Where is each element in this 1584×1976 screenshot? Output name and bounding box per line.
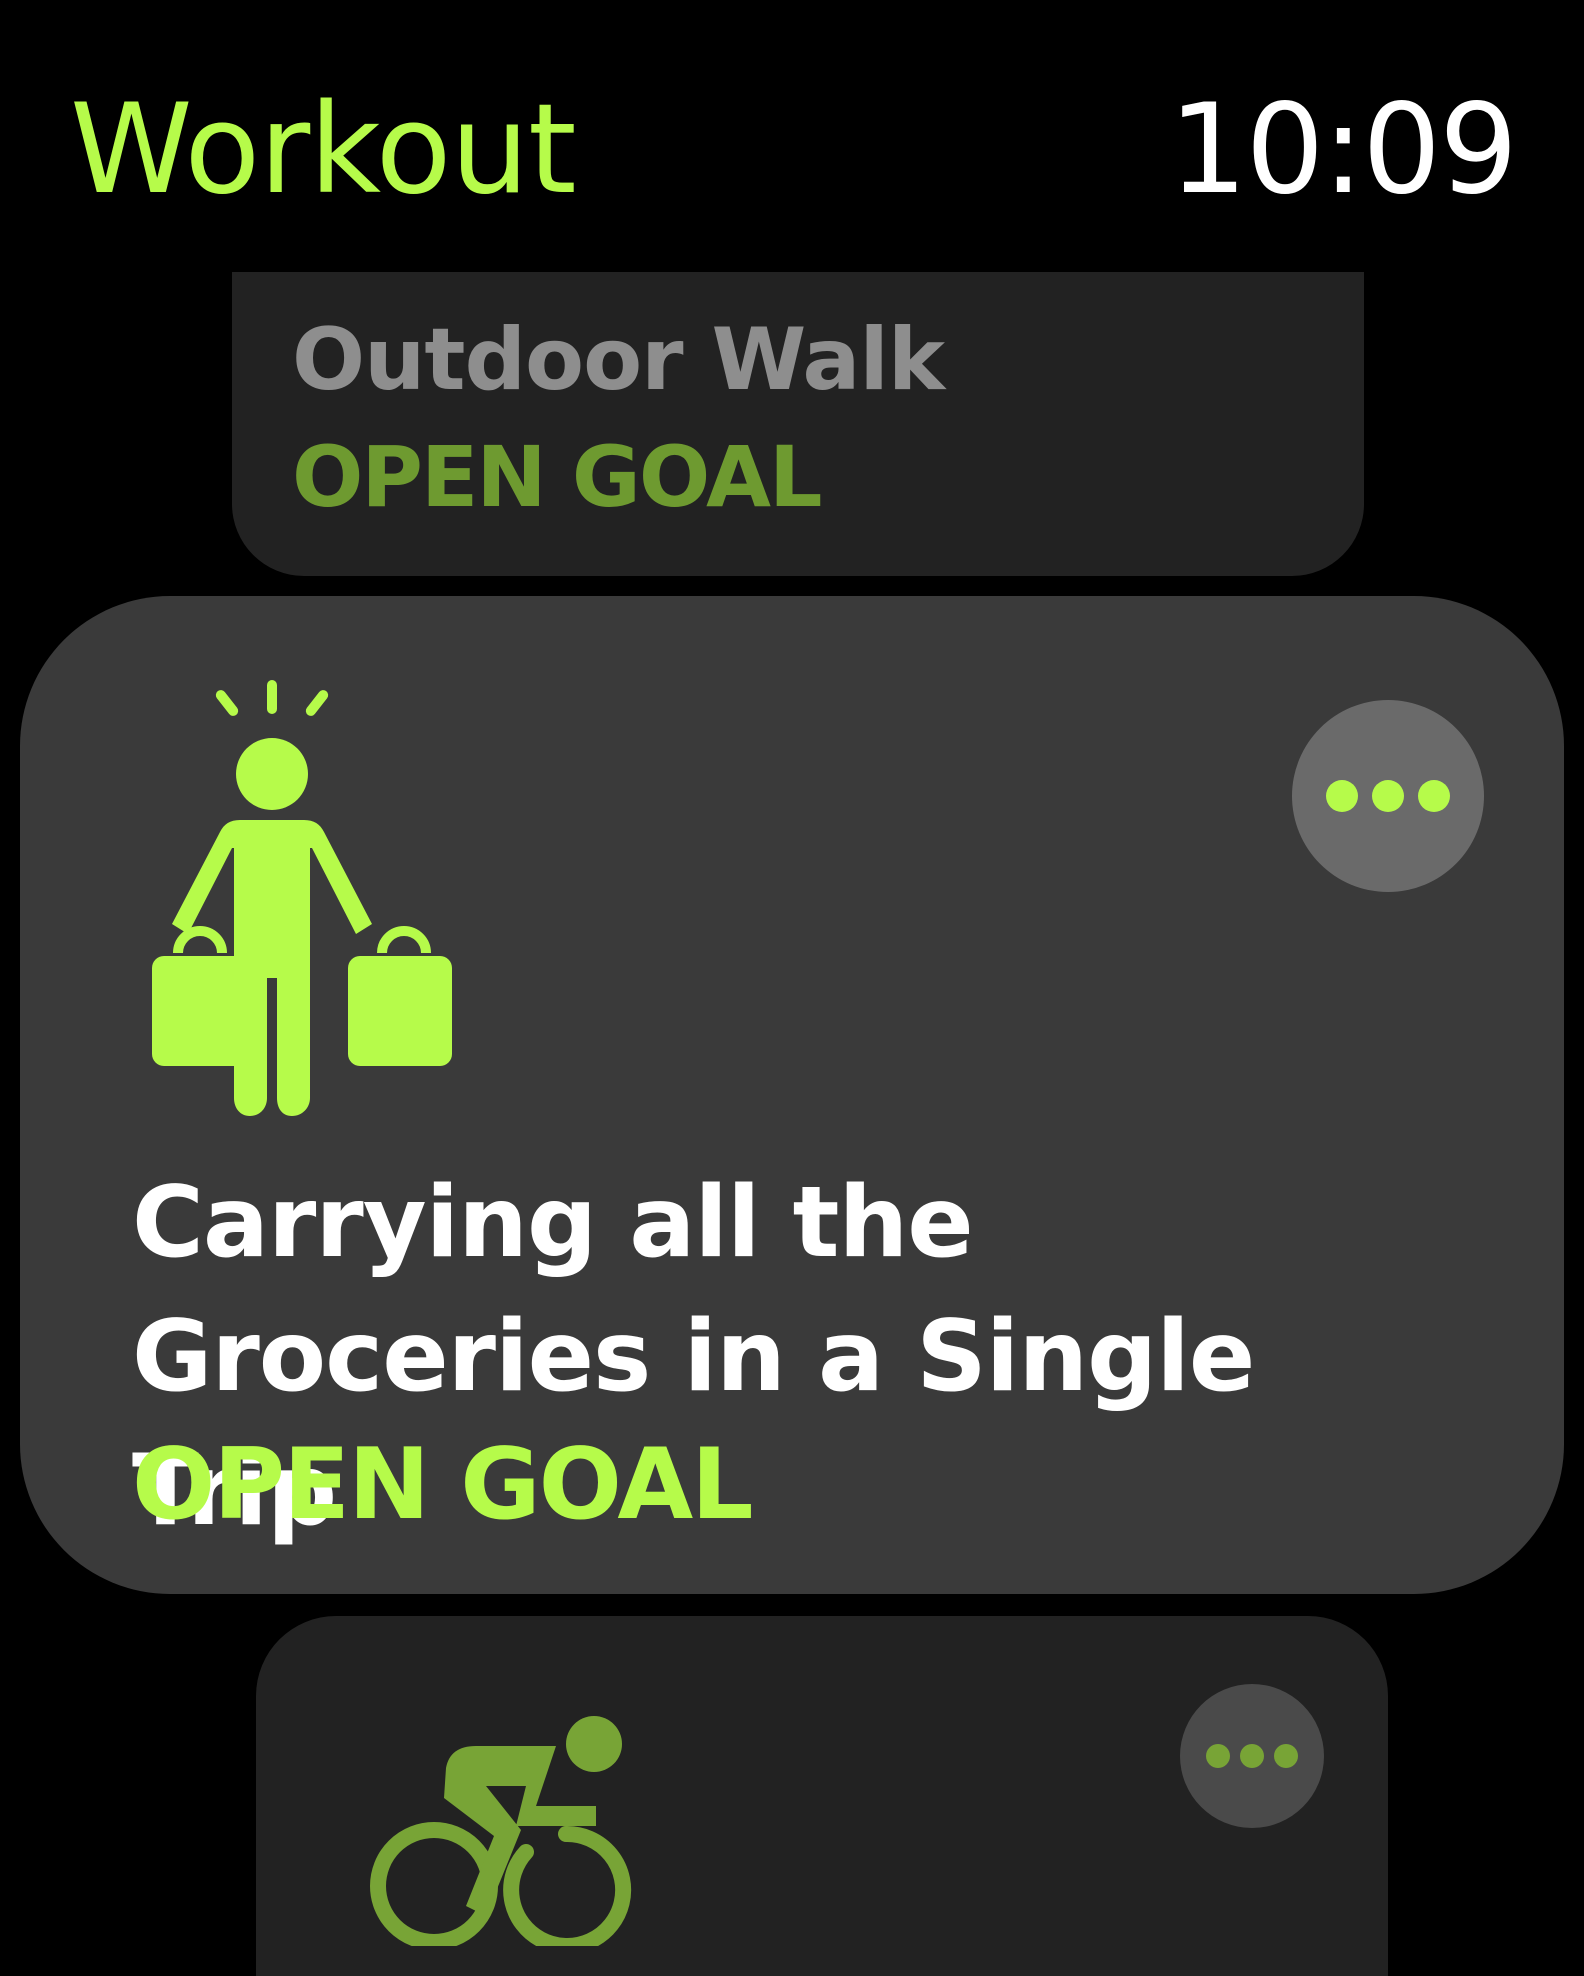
clock: 10:09: [1168, 78, 1518, 222]
ellipsis-dot: [1240, 1744, 1264, 1768]
person-carrying-bags-icon: [152, 680, 452, 1116]
ellipsis-dot: [1418, 780, 1450, 812]
ellipsis-dot: [1274, 1744, 1298, 1768]
workout-card-carrying-groceries[interactable]: Carrying all the Groceries in a Single T…: [20, 596, 1564, 1594]
ellipsis-dot: [1372, 780, 1404, 812]
workout-card-title: Outdoor Walk: [292, 310, 945, 410]
workout-card-goal: OPEN GOAL: [292, 428, 823, 526]
workout-card-goal: OPEN GOAL: [132, 1428, 754, 1542]
app-title: Workout: [70, 78, 577, 222]
ellipsis-icon: [1206, 1744, 1230, 1768]
ellipsis-icon: [1326, 780, 1358, 812]
more-options-button[interactable]: [1180, 1684, 1324, 1828]
workout-card-outdoor-walk[interactable]: Outdoor Walk OPEN GOAL: [232, 272, 1364, 576]
cycling-icon: [370, 1716, 632, 1946]
workout-card-cycling[interactable]: [256, 1616, 1388, 1976]
more-options-button[interactable]: [1292, 700, 1484, 892]
